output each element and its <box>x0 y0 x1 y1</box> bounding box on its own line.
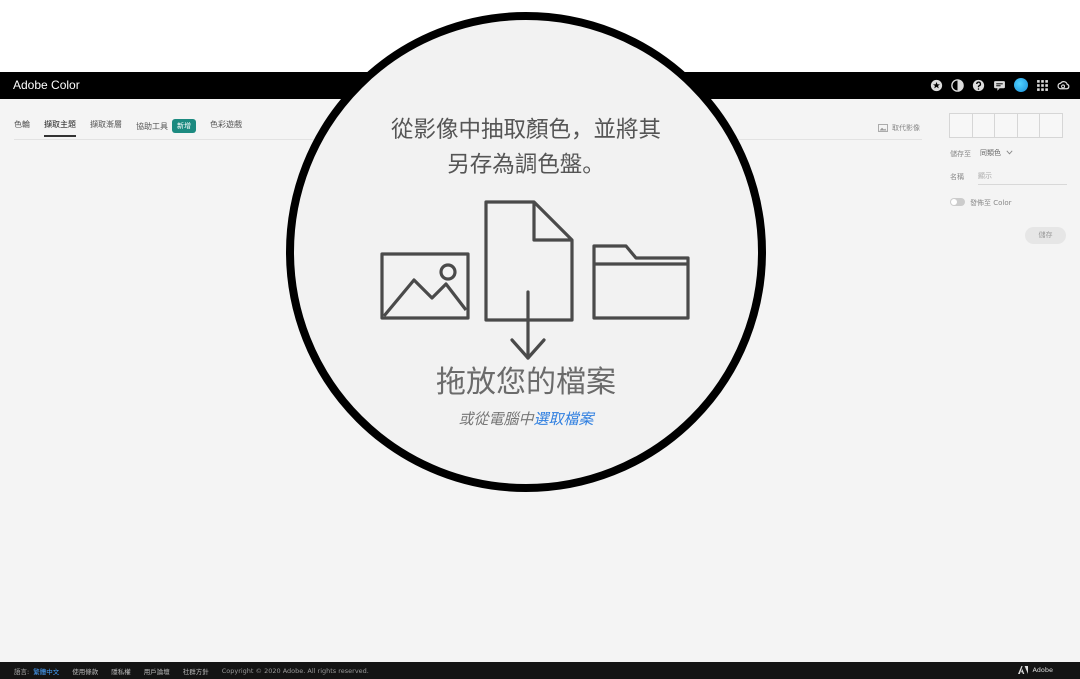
tab-color-game[interactable]: 色彩遊戲 <box>210 119 242 137</box>
footer-link-privacy[interactable]: 隱私權 <box>111 666 131 676</box>
language-selector[interactable]: 繁體中文 <box>33 666 59 676</box>
new-badge: 新增 <box>172 119 196 133</box>
tab-label: 協助工具 <box>136 122 168 131</box>
save-to-dropdown[interactable]: 同類色 <box>980 148 1013 158</box>
tab-color-wheel[interactable]: 色輪 <box>14 119 30 137</box>
color-swatch[interactable] <box>949 113 973 138</box>
profile-avatar[interactable] <box>1014 78 1028 92</box>
name-input[interactable]: 顯示 <box>978 171 992 181</box>
trends-icon[interactable] <box>951 78 964 92</box>
adobe-brand-label: Adobe <box>1032 666 1053 674</box>
name-input-underline <box>978 184 1067 185</box>
chevron-down-icon <box>1006 150 1013 155</box>
header-actions <box>930 78 1070 92</box>
name-label: 名稱 <box>950 173 964 181</box>
dropzone-subtitle: 或從電腦中選取檔案 <box>294 408 758 429</box>
color-swatch[interactable] <box>994 113 1018 138</box>
dropzone-subtitle-prefix: 或從電腦中 <box>458 410 534 428</box>
image-icon <box>878 124 888 132</box>
language-label: 語言: <box>14 667 30 676</box>
publish-toggle[interactable] <box>950 198 965 206</box>
footer-link-terms[interactable]: 使用條款 <box>72 666 98 676</box>
browse-files-link[interactable]: 選取檔案 <box>534 410 594 428</box>
tab-label: 擷取主題 <box>44 120 76 129</box>
color-swatches <box>949 113 1063 138</box>
tab-extract-gradient[interactable]: 擷取漸層 <box>90 119 122 137</box>
replace-image-label: 取代影像 <box>892 124 920 132</box>
folder-icon <box>592 244 690 320</box>
explore-icon[interactable] <box>930 79 943 92</box>
copyright: Copyright © 2020 Adobe. All rights reser… <box>221 666 369 675</box>
dropzone-title: 拖放您的檔案 <box>436 365 616 400</box>
save-to-label: 儲存至 <box>950 150 971 158</box>
feedback-icon[interactable] <box>993 79 1006 92</box>
apps-grid-icon[interactable] <box>1036 79 1049 92</box>
footer-link-community[interactable]: 社群方針 <box>183 666 209 676</box>
dropzone-heading-line: 另存為調色盤。 <box>447 152 605 178</box>
dropzone-illustration <box>380 200 690 360</box>
tab-label: 色輪 <box>14 120 30 129</box>
dropzone-heading: 從影像中抽取顏色，並將其 另存為調色盤。 <box>294 113 758 183</box>
save-button[interactable]: 儲存 <box>1025 227 1066 244</box>
dropzone-heading-line: 從影像中抽取顏色，並將其 <box>390 117 661 143</box>
color-swatch[interactable] <box>971 113 995 138</box>
footer-link-forums[interactable]: 用戶論壇 <box>144 666 170 676</box>
adobe-brand[interactable]: Adobe <box>1018 666 1066 674</box>
footer: 語言: 繁體中文 使用條款 隱私權 用戶論壇 社群方針 Copyright © … <box>0 662 1080 679</box>
color-swatch[interactable] <box>1039 113 1063 138</box>
dropzone-magnifier[interactable]: 從影像中抽取顏色，並將其 另存為調色盤。 拖放您的檔案 或從電腦中選取檔案 <box>286 12 766 492</box>
tab-label: 色彩遊戲 <box>210 120 242 129</box>
tab-bar: 色輪 擷取主題 擷取漸層 協助工具 新增 色彩遊戲 <box>14 119 256 140</box>
tab-accessibility-tools[interactable]: 協助工具 新增 <box>136 119 196 140</box>
app-title: Adobe Color <box>13 78 80 92</box>
download-arrow-icon <box>510 290 546 360</box>
creative-cloud-icon[interactable] <box>1057 79 1070 92</box>
image-file-icon <box>380 252 470 320</box>
save-to-value: 同類色 <box>980 149 1001 157</box>
help-icon[interactable] <box>972 79 985 92</box>
color-swatch[interactable] <box>1016 113 1040 138</box>
publish-label: 發佈至 Color <box>970 199 1012 207</box>
tab-extract-theme[interactable]: 擷取主題 <box>44 119 76 137</box>
adobe-logo-icon <box>1018 666 1029 674</box>
replace-image-button[interactable]: 取代影像 <box>878 123 920 133</box>
tab-label: 擷取漸層 <box>90 120 122 129</box>
